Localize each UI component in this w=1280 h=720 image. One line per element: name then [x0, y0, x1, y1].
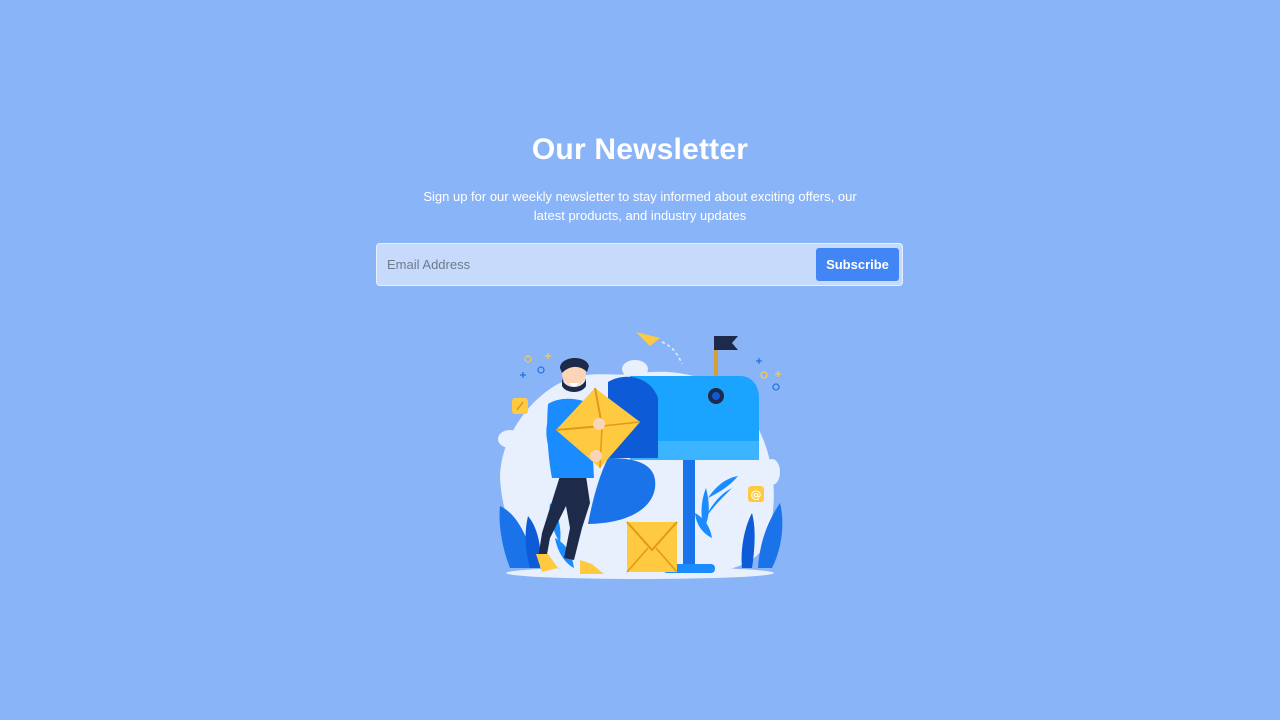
mailbox-post — [683, 456, 695, 568]
newsletter-mailbox-illustration: @ — [498, 332, 783, 579]
subscribe-button[interactable]: Subscribe — [816, 248, 899, 281]
at-symbol: @ — [751, 488, 762, 501]
newsletter-description: Sign up for our weekly newsletter to sta… — [423, 189, 857, 223]
subscribe-form: Subscribe — [376, 243, 903, 286]
newsletter-section: Our Newsletter Sign up for our weekly ne… — [0, 0, 1280, 720]
background-blob-small — [622, 360, 648, 378]
page-title: Our Newsletter — [531, 133, 749, 166]
person-hand — [590, 450, 602, 462]
paper-plane-icon — [636, 332, 660, 346]
background-blob-small — [764, 459, 780, 485]
person-hand — [593, 418, 605, 430]
email-input[interactable] — [378, 245, 808, 284]
mailbox-flag — [714, 336, 738, 350]
background-blob-small — [498, 430, 522, 448]
